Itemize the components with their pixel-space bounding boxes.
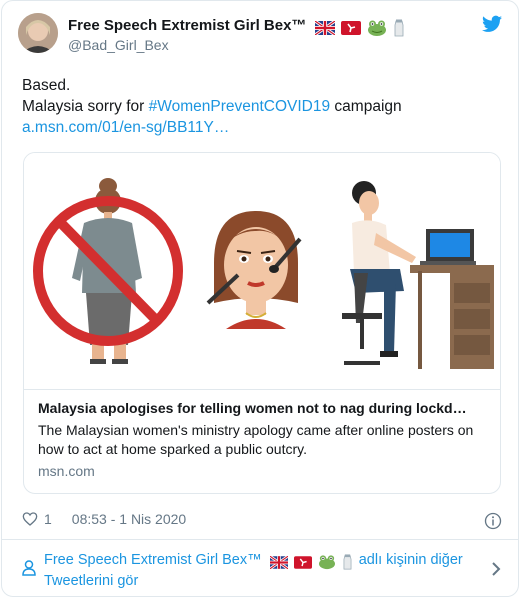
info-icon[interactable]: [484, 512, 502, 530]
card-body[interactable]: Malaysia apologises for telling women no…: [24, 389, 500, 493]
heart-icon[interactable]: [22, 511, 38, 527]
tweet-line-2: Malaysia sorry for #WomenPreventCOVID19 …: [22, 96, 502, 117]
salt-shaker-icon: [343, 554, 352, 570]
tweet-text: Based. Malaysia sorry for #WomenPreventC…: [22, 75, 502, 138]
link-preview-card[interactable]: Malaysia apologises for telling women no…: [23, 152, 501, 494]
tweet-line-2-prefix: Malaysia sorry for: [22, 98, 149, 115]
footer-name-emojis: [268, 553, 355, 572]
tweet-meta: 1 08:53 - 1 Nis 2020: [22, 511, 186, 527]
frog-icon: [367, 20, 386, 37]
prohibited-woman-illustration: [33, 178, 183, 364]
tweet-embed: Free Speech Extremist Girl Bex™ @Bad_Gir…: [1, 0, 519, 597]
isle-of-man-flag-icon: [293, 555, 312, 569]
person-icon: [22, 560, 36, 576]
timestamp[interactable]: 08:53 - 1 Nis 2020: [72, 511, 186, 527]
footer-author-name[interactable]: Free Speech Extremist Girl Bex™: [44, 552, 262, 568]
article-url-link[interactable]: a.msn.com/01/en-sg/BB11Y…: [22, 117, 502, 138]
frog-icon: [318, 555, 335, 570]
more-tweets-link[interactable]: Free Speech Extremist Girl Bex™ adlı kiş…: [44, 551, 464, 591]
uk-flag-icon: [268, 554, 289, 570]
avatar[interactable]: [18, 13, 58, 53]
twitter-bird-icon[interactable]: [482, 15, 502, 33]
tweet-header: Free Speech Extremist Girl Bex™ @Bad_Gir…: [18, 13, 502, 61]
more-tweets-footer[interactable]: Free Speech Extremist Girl Bex™ adlı kiş…: [22, 549, 502, 591]
card-domain: msn.com: [38, 463, 95, 479]
card-description: The Malaysian women's ministry apology c…: [38, 422, 474, 457]
like-count[interactable]: 1: [44, 511, 52, 527]
hashtag-link[interactable]: #WomenPreventCOVID19: [149, 98, 331, 115]
salt-shaker-icon: [394, 19, 404, 37]
footer-divider: [2, 539, 518, 540]
chevron-right-icon[interactable]: [490, 561, 502, 577]
card-title[interactable]: Malaysia apologises for telling women no…: [38, 400, 486, 416]
author-display-name[interactable]: Free Speech Extremist Girl Bex™: [68, 17, 407, 37]
author-handle[interactable]: @Bad_Girl_Bex: [68, 37, 169, 53]
uk-flag-icon: [313, 19, 336, 37]
isle-of-man-flag-icon: [340, 21, 361, 36]
tweet-line-2-suffix: campaign: [330, 98, 402, 115]
desk-woman-illustration: [342, 181, 494, 369]
name-emojis: [313, 19, 408, 37]
makeup-woman-illustration: [206, 211, 302, 329]
card-image[interactable]: [24, 153, 500, 389]
tweet-line-1: Based.: [22, 77, 71, 94]
